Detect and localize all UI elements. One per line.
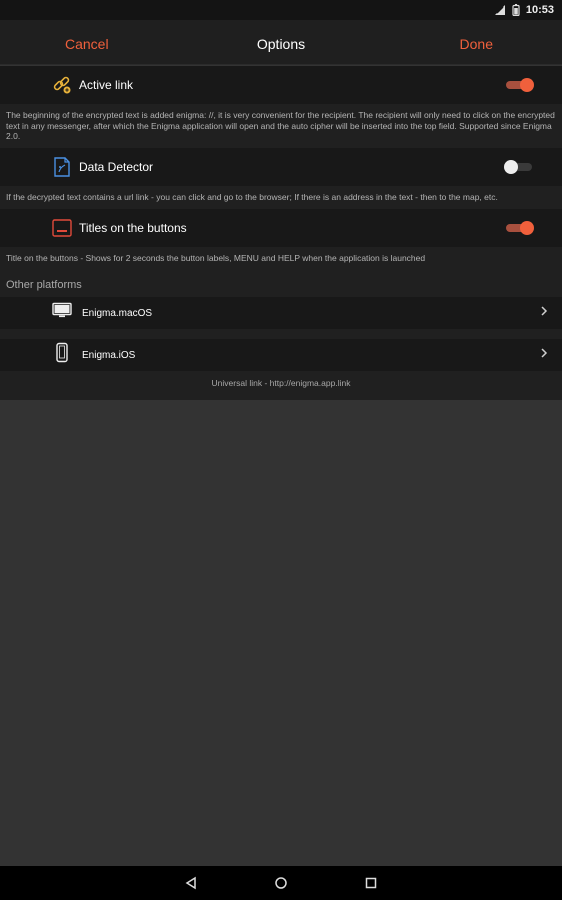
platform-label: Enigma.iOS <box>82 349 136 361</box>
chevron-right-icon <box>540 304 548 322</box>
back-icon[interactable] <box>184 876 198 890</box>
button-titles-icon <box>51 217 73 239</box>
top-navbar: Cancel Options Done <box>0 20 562 65</box>
titles-toggle[interactable] <box>506 220 534 235</box>
setting-description: Title on the buttons - Shows for 2 secon… <box>0 246 562 270</box>
platform-label: Enigma.macOS <box>82 307 153 319</box>
setting-row-active-link: Active link <box>0 66 562 104</box>
setting-description: If the decrypted text contains a url lin… <box>0 185 562 209</box>
setting-row-data-detector: Data Detector <box>0 147 562 186</box>
phone-icon <box>56 342 68 368</box>
toggle-knob <box>520 78 534 92</box>
section-header-other-platforms: Other platforms <box>0 269 562 298</box>
platform-row-ios[interactable]: Enigma.iOS <box>0 339 562 372</box>
battery-icon <box>512 4 520 16</box>
status-bar: 10:53 <box>0 0 562 20</box>
home-icon[interactable] <box>274 876 288 890</box>
data-detector-toggle[interactable] <box>504 159 532 174</box>
platform-row-macos[interactable]: Enigma.macOS <box>0 297 562 330</box>
chevron-right-icon <box>540 346 548 364</box>
divider <box>0 329 562 340</box>
setting-label: Active link <box>79 78 134 92</box>
link-icon <box>51 74 73 96</box>
setting-row-titles-on-buttons: Titles on the buttons <box>0 208 562 247</box>
status-time: 10:53 <box>525 4 554 16</box>
options-content: Active link The beginning of the encrypt… <box>0 66 562 401</box>
done-button[interactable]: Done <box>460 36 493 52</box>
toggle-knob <box>520 220 534 235</box>
document-detector-icon <box>51 156 73 178</box>
active-link-toggle[interactable] <box>506 78 534 92</box>
system-navigation-bar <box>0 866 562 900</box>
setting-label: Titles on the buttons <box>79 220 187 235</box>
desktop-icon <box>52 302 72 324</box>
toggle-knob <box>504 159 518 174</box>
recents-icon[interactable] <box>364 876 378 890</box>
setting-description: The beginning of the encrypted text is a… <box>0 104 562 148</box>
setting-label: Data Detector <box>79 159 154 174</box>
universal-link[interactable]: Universal link - http://enigma.app.link <box>0 371 562 401</box>
signal-icon <box>494 4 506 16</box>
